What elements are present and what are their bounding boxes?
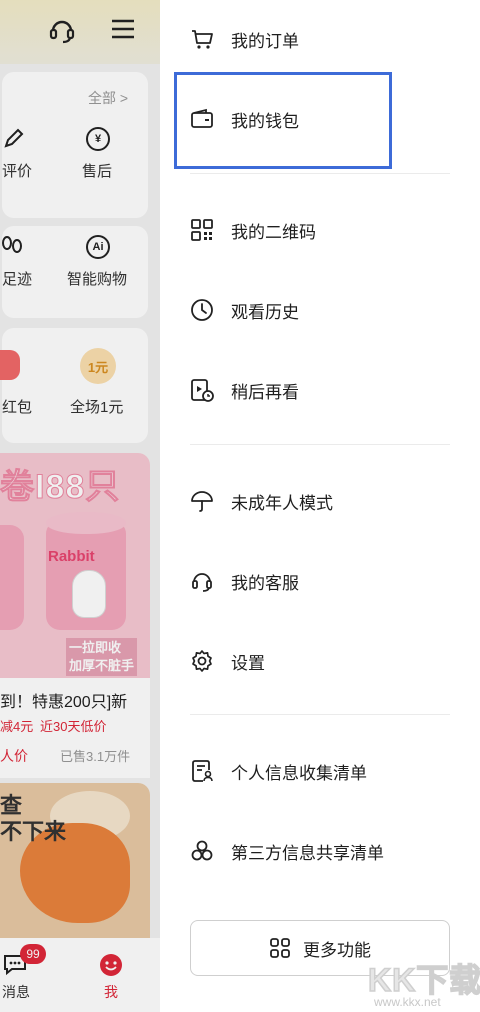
divider: [190, 173, 450, 174]
menu-item-watch-history[interactable]: 观看历史: [190, 290, 450, 330]
grid-icon: [269, 937, 291, 959]
menu-label: 第三方信息共享清单: [231, 843, 384, 863]
menu-label: 我的客服: [231, 573, 299, 593]
menu-item-customer-service[interactable]: 我的客服: [190, 561, 450, 601]
menu-label: 未成年人模式: [231, 493, 333, 513]
share-list-icon: [190, 839, 214, 863]
menu-label: 我的订单: [231, 31, 299, 51]
gear-icon: [190, 649, 214, 673]
menu-item-my-qr-code[interactable]: 我的二维码: [190, 210, 450, 250]
menu-item-watch-later[interactable]: 稍后再看: [190, 370, 450, 410]
umbrella-icon: [190, 489, 214, 513]
menu-item-my-orders[interactable]: 我的订单: [190, 19, 450, 59]
menu-item-minor-mode[interactable]: 未成年人模式: [190, 481, 450, 521]
menu-label: 设置: [231, 653, 265, 673]
cart-icon: [190, 27, 214, 51]
side-drawer: 我的订单 我的钱包 我的二维码 观看历史 稍后再看 未成年人模式 我的客服 设置…: [160, 0, 480, 1012]
background-page: 全部 > 评价 ¥ 售后 足迹 Ai 智能购物 红包 1元 全场1元 卷I88只…: [0, 0, 160, 1012]
menu-item-settings[interactable]: 设置: [190, 641, 450, 681]
divider: [190, 714, 450, 715]
wallet-icon: [190, 107, 214, 131]
menu-label: 稍后再看: [231, 382, 299, 402]
watermark-url: www.kkx.net: [374, 995, 441, 1009]
menu-item-third-party-share-list[interactable]: 第三方信息共享清单: [190, 831, 450, 871]
personal-info-icon: [190, 759, 214, 783]
divider: [190, 444, 450, 445]
menu-item-my-wallet[interactable]: 我的钱包: [190, 99, 450, 139]
watermark: KK下载 www.kkx.net: [362, 955, 480, 1012]
more-functions-label: 更多功能: [303, 940, 371, 960]
menu-label: 个人信息收集清单: [231, 763, 367, 783]
menu-label: 我的二维码: [231, 222, 316, 242]
clock-icon: [190, 298, 214, 322]
watch-later-icon: [190, 378, 214, 402]
qr-code-icon: [190, 218, 214, 242]
dim-overlay[interactable]: [0, 0, 160, 1012]
menu-item-personal-info-list[interactable]: 个人信息收集清单: [190, 751, 450, 791]
headset-icon: [190, 569, 214, 593]
menu-label: 观看历史: [231, 302, 299, 322]
menu-label: 我的钱包: [231, 111, 299, 131]
